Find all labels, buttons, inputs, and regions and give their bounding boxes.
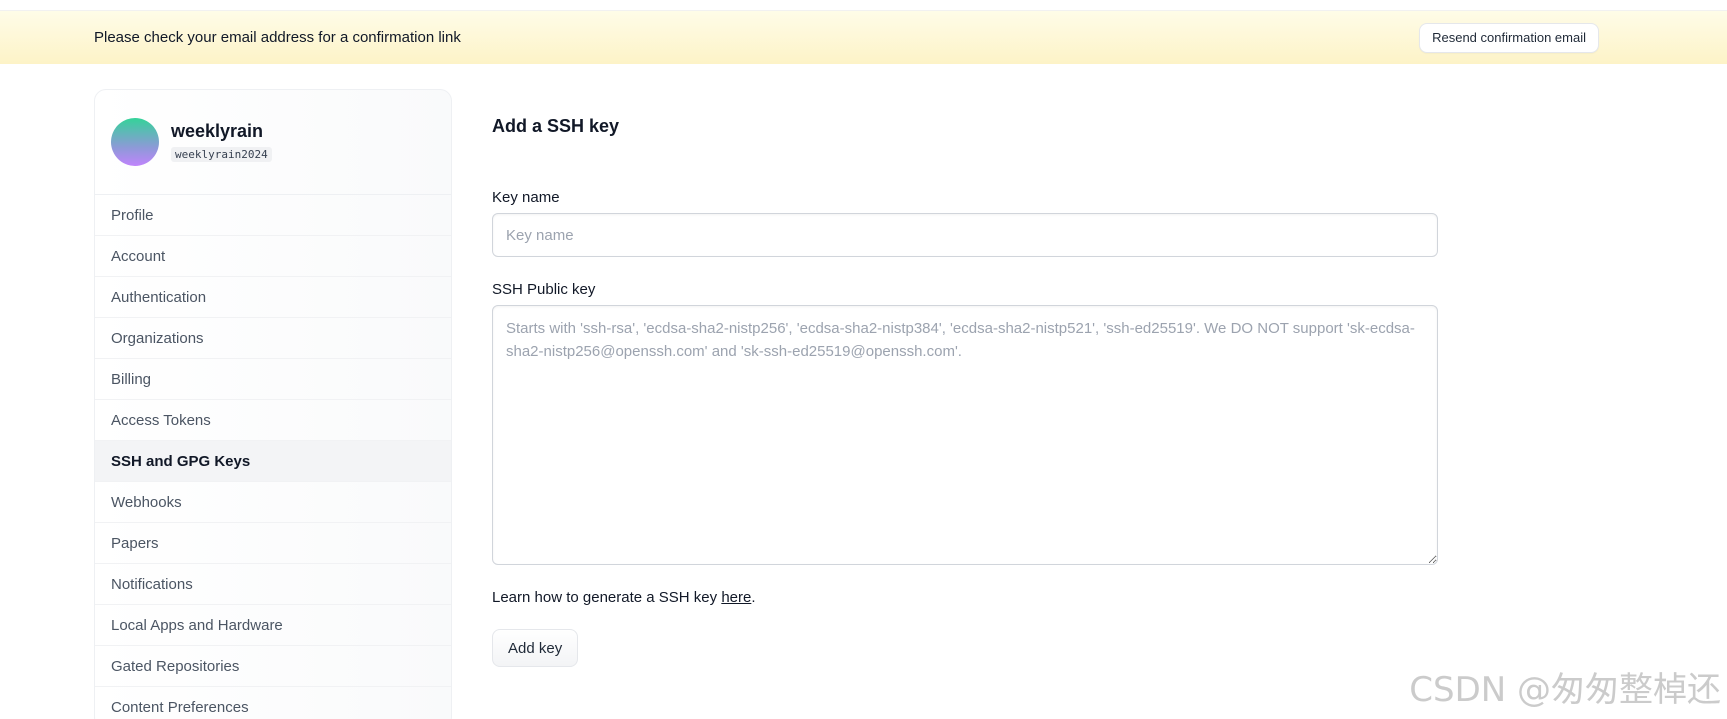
sidebar-nav: Profile Account Authentication Organization… [95,195,451,719]
user-meta: weeklyrain weeklyrain2024 [171,121,272,163]
sidebar-item-access-tokens[interactable]: Access Tokens [95,400,451,441]
sidebar-item-authentication[interactable]: Authentication [95,277,451,318]
sidebar-item-notifications[interactable]: Notifications [95,564,451,605]
add-key-button[interactable]: Add key [492,629,579,667]
user-name: weeklyrain [171,121,264,141]
learn-text: Learn how to generate a SSH key here. [492,589,756,606]
sidebar-item-webhooks[interactable]: Webhooks [95,482,451,523]
ssh-public-key-label: SSH Public key [492,281,596,298]
learn-here-link[interactable]: here [721,589,751,606]
sidebar-item-gated-repositories[interactable]: Gated Repositories [95,646,451,687]
resend-confirmation-button[interactable]: Resend confirmation email [1419,22,1599,53]
ssh-public-key-textarea[interactable] [492,305,1438,565]
main-content: Add a SSH key Key name SSH Public key Le… [492,100,1438,667]
sidebar-item-content-preferences[interactable]: Content Preferences [95,687,451,719]
key-name-label: Key name [492,189,560,206]
learn-suffix: . [751,589,756,606]
sidebar-item-billing[interactable]: Billing [95,359,451,400]
sidebar-item-ssh-and-gpg-keys[interactable]: SSH and GPG Keys [95,441,451,482]
page: Please check your email address for a co… [0,0,1727,719]
watermark: CSDN @匆匆整棹还 [1409,670,1721,710]
sidebar-item-profile[interactable]: Profile [95,195,451,236]
banner-message: Please check your email address for a co… [94,29,461,46]
learn-prefix: Learn how to generate a SSH key [492,589,722,606]
confirmation-banner: Please check your email address for a co… [0,10,1727,64]
sidebar-item-local-apps-and-hardware[interactable]: Local Apps and Hardware [95,605,451,646]
key-name-input[interactable] [492,213,1438,257]
user-block: weeklyrain weeklyrain2024 [95,90,451,195]
sidebar-item-account[interactable]: Account [95,236,451,277]
settings-sidebar: weeklyrain weeklyrain2024 Profile Account… [94,89,452,719]
user-handle: weeklyrain2024 [171,147,272,162]
sidebar-item-organizations[interactable]: Organizations [95,318,451,359]
sidebar-item-papers[interactable]: Papers [95,523,451,564]
page-title: Add a SSH key [492,116,620,136]
avatar[interactable] [111,118,159,166]
